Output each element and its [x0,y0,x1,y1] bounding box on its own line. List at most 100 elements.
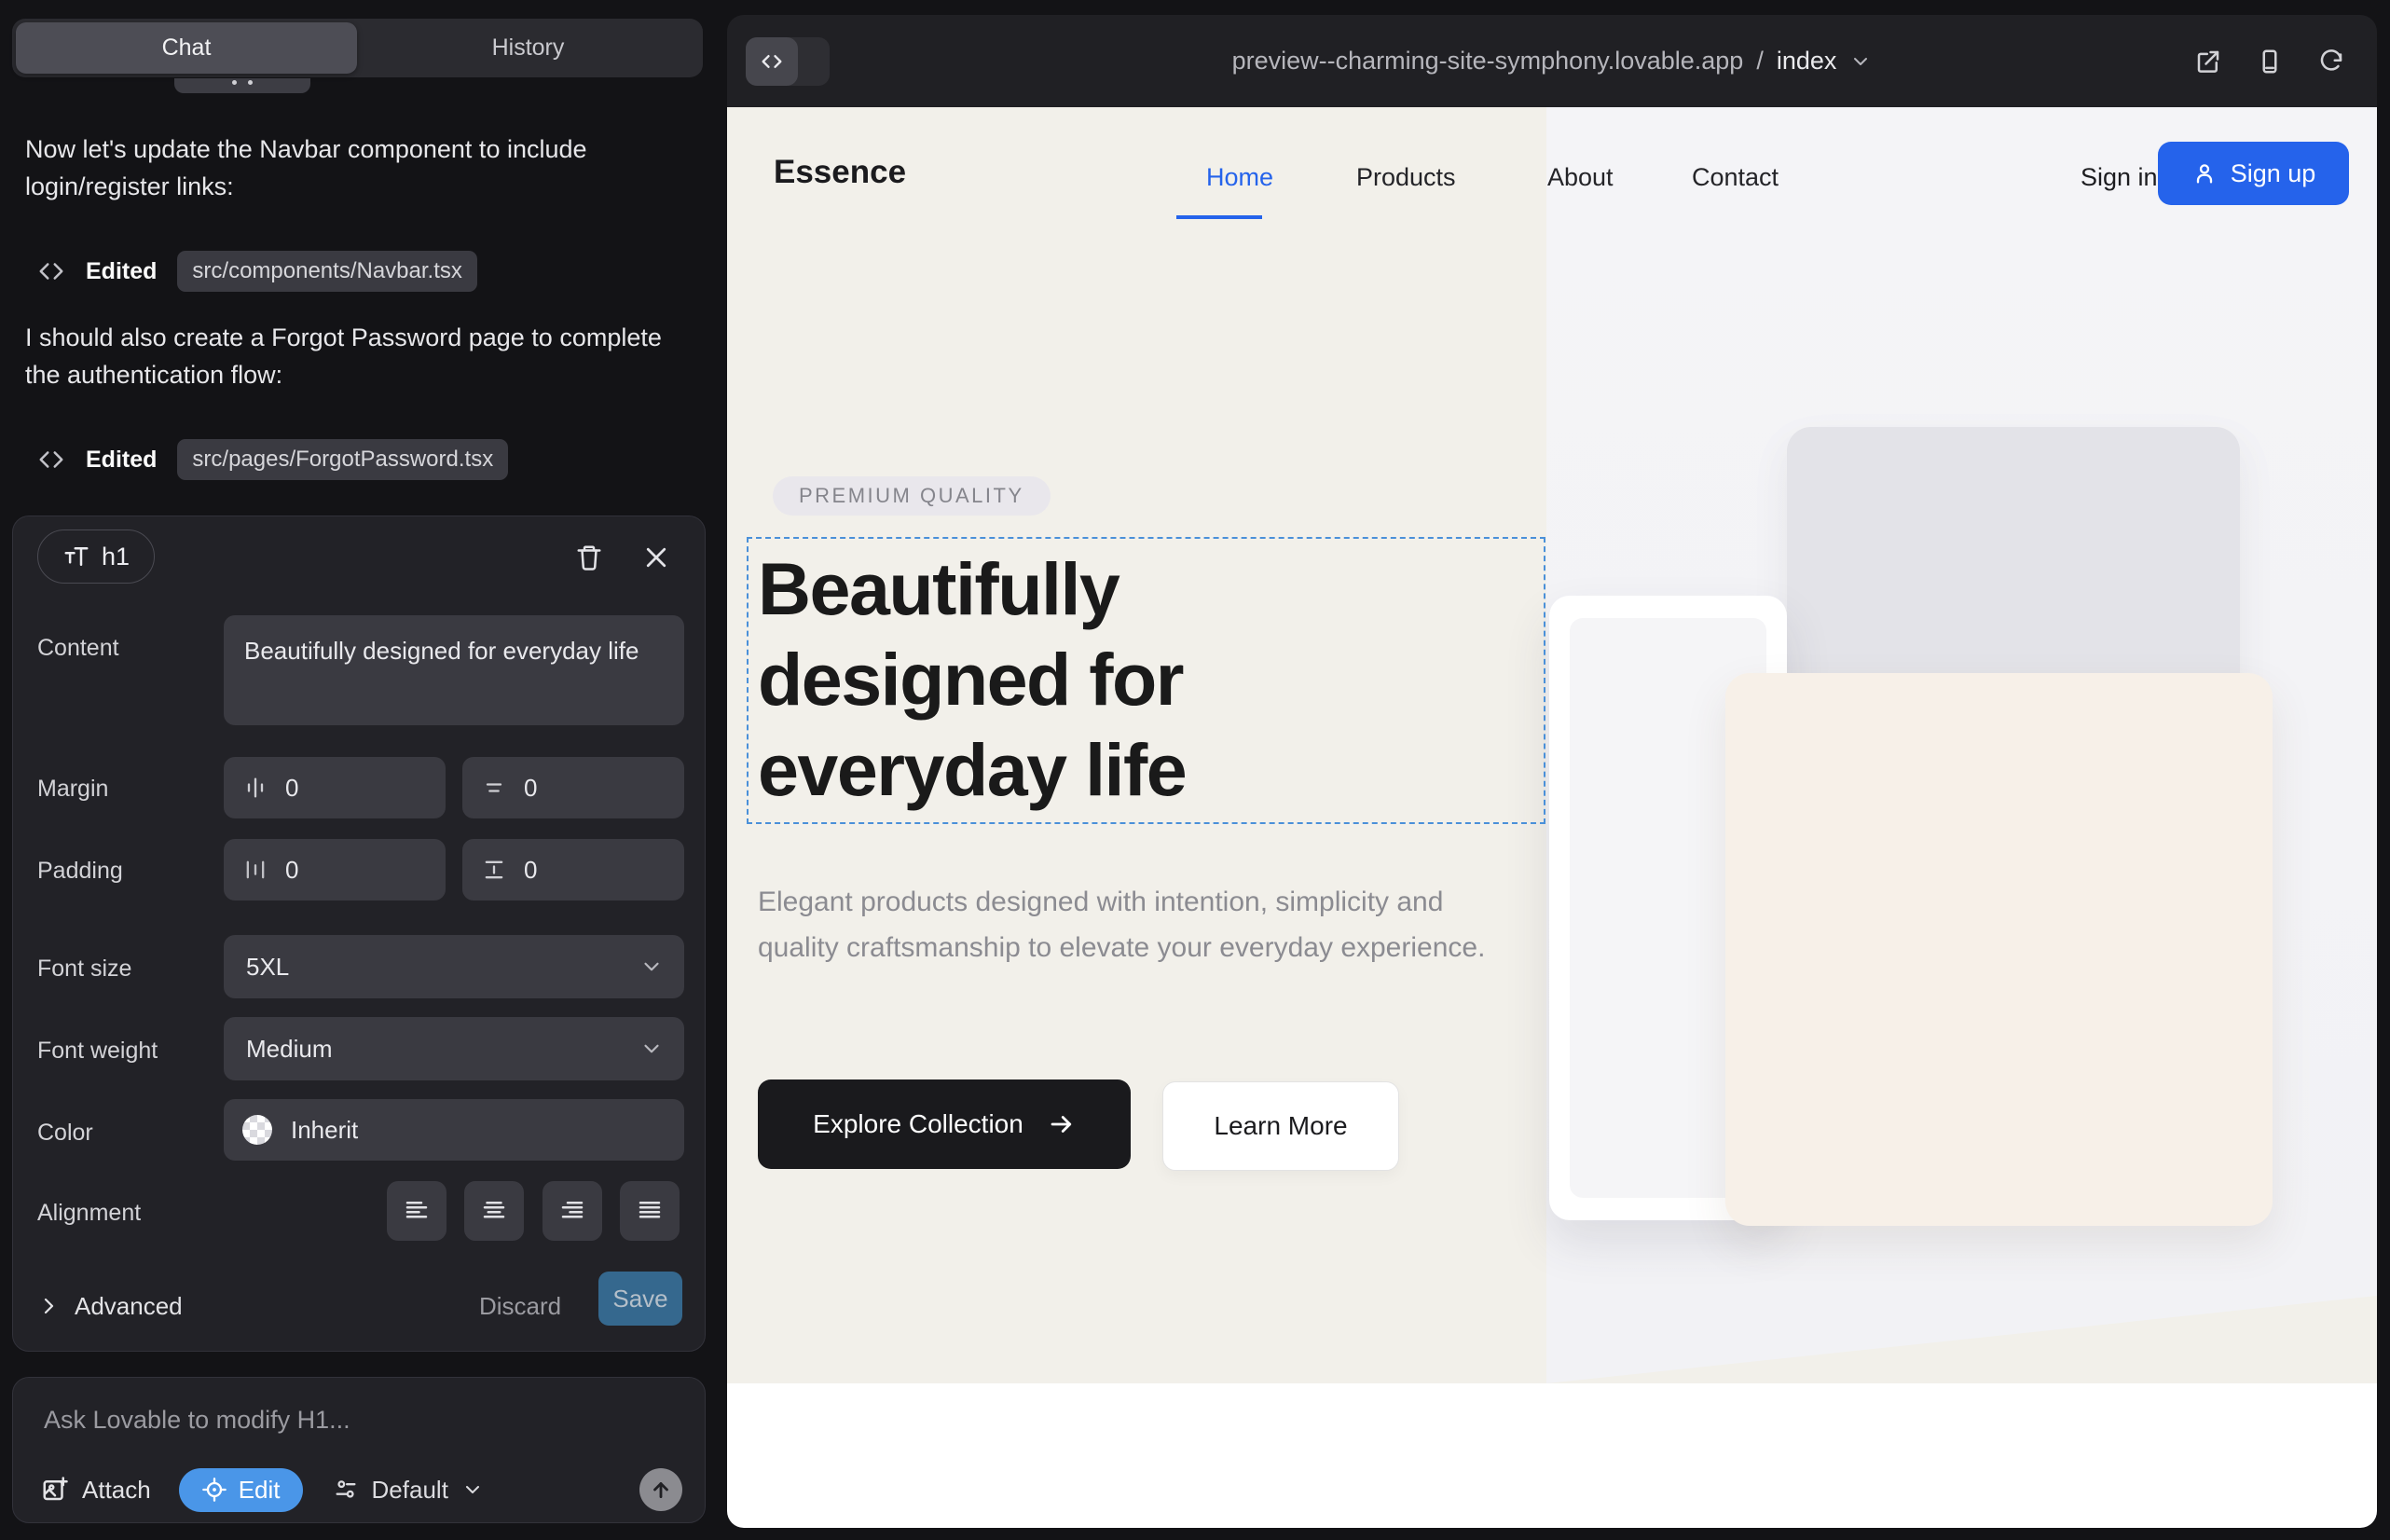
margin-x-input[interactable]: 0 [224,757,446,818]
mobile-view-button[interactable] [2256,48,2284,76]
advanced-toggle[interactable]: Advanced [37,1283,183,1329]
padding-x-input[interactable]: 0 [224,839,446,901]
refresh-button[interactable] [2317,48,2345,76]
url-page: index [1777,47,1837,76]
vertical-spacing-icon [481,775,507,801]
font-size-value: 5XL [246,953,289,982]
content-textarea[interactable]: Beautifully designed for everyday life [224,615,684,725]
margin-label: Margin [37,776,108,803]
chevron-down-icon [639,1037,664,1061]
image-plus-icon [41,1476,69,1504]
sign-in-link[interactable]: Sign in [2081,163,2158,192]
edited-file-chip[interactable]: src/pages/ForgotPassword.tsx [177,439,508,480]
composer-placeholder: Ask Lovable to modify H1... [44,1406,350,1435]
delete-element-button[interactable] [569,537,610,578]
margin-x-value: 0 [285,774,298,803]
code-icon [37,257,65,285]
advanced-label: Advanced [75,1292,183,1321]
align-center-button[interactable] [464,1181,524,1241]
type-icon [62,543,90,571]
color-label: Color [37,1120,93,1147]
app-window: Chat History Now let's update the Navbar… [0,0,2390,1540]
selected-element-tag[interactable]: h1 [37,529,155,584]
open-external-button[interactable] [2194,48,2222,76]
active-nav-underline [1176,215,1262,219]
hero-section: Essence Home Products About Contact Sign… [727,107,2377,1383]
nav-link-contact[interactable]: Contact [1692,163,1779,192]
composer-toolbar: Attach Edit Default [41,1467,682,1512]
margin-y-input[interactable]: 0 [462,757,684,818]
align-left-button[interactable] [387,1181,446,1241]
send-button[interactable] [639,1468,682,1511]
file-edit-row: Edited src/pages/ForgotPassword.tsx [37,436,508,483]
learn-more-button[interactable]: Learn More [1162,1081,1399,1171]
site-logo[interactable]: Essence [774,154,906,191]
close-panel-button[interactable] [636,537,677,578]
vertical-padding-icon [481,857,507,883]
assistant-message: Now let's update the Navbar component to… [25,131,692,205]
sign-up-button[interactable]: Sign up [2158,142,2349,205]
url-breadcrumb[interactable]: preview--charming-site-symphony.lovable.… [727,15,2377,107]
padding-label: Padding [37,858,123,885]
user-icon [2191,160,2218,186]
font-weight-value: Medium [246,1035,332,1064]
preview-window: preview--charming-site-symphony.lovable.… [727,15,2377,1528]
padding-y-value: 0 [524,856,537,885]
font-weight-select[interactable]: Medium [224,1017,684,1080]
font-size-label: Font size [37,956,131,983]
sign-up-label: Sign up [2231,159,2316,188]
chevron-down-icon [1849,50,1872,73]
url-separator: / [1756,47,1764,76]
arrow-right-icon [1048,1110,1076,1138]
explore-collection-label: Explore Collection [813,1109,1023,1139]
nav-link-home[interactable]: Home [1206,163,1273,192]
model-default-dropdown[interactable]: Default [333,1476,484,1505]
preview-actions [2194,15,2345,107]
hero-paragraph[interactable]: Elegant products designed with intention… [758,879,1513,970]
padding-x-value: 0 [285,856,298,885]
hero-heading[interactable]: Beautifully designed for everyday life [758,543,1448,815]
chat-sidebar: Chat History Now let's update the Navbar… [0,0,727,1540]
target-icon [201,1477,227,1503]
url-host: preview--charming-site-symphony.lovable.… [1232,47,1744,76]
edit-label: Edit [239,1476,281,1505]
edited-file-chip[interactable]: src/components/Navbar.tsx [177,251,476,292]
color-picker-field[interactable]: Inherit [224,1099,684,1161]
assistant-message: I should also create a Forgot Password p… [25,319,692,393]
color-value: Inherit [291,1116,358,1145]
attach-button[interactable]: Attach [41,1476,151,1505]
chevron-right-icon [37,1295,60,1317]
save-button[interactable]: Save [598,1272,682,1326]
sliders-icon [333,1477,359,1503]
edited-label: Edited [86,447,157,474]
font-size-select[interactable]: 5XL [224,935,684,998]
chevron-down-icon [461,1478,484,1501]
code-icon [37,446,65,474]
explore-collection-button[interactable]: Explore Collection [758,1079,1131,1169]
edit-mode-button[interactable]: Edit [179,1468,303,1512]
tab-chat[interactable]: Chat [16,22,357,74]
site-page: Essence Home Products About Contact Sign… [727,107,2377,1528]
file-edit-row: Edited src/components/Navbar.tsx [37,248,477,295]
tab-history[interactable]: History [357,22,699,74]
align-justify-button[interactable] [620,1181,680,1241]
nav-link-about[interactable]: About [1547,163,1614,192]
content-label: Content [37,635,119,662]
padding-y-input[interactable]: 0 [462,839,684,901]
margin-y-value: 0 [524,774,537,803]
edited-label: Edited [86,258,157,285]
diagonal-accent [1546,1294,2377,1383]
font-weight-label: Font weight [37,1038,158,1065]
chat-composer[interactable]: Ask Lovable to modify H1... Attach Edit [12,1377,706,1523]
nav-link-products[interactable]: Products [1356,163,1456,192]
site-navbar: Essence Home Products About Contact Sign… [727,107,2377,261]
element-editor-panel: h1 Content Beautifully designed for ever… [12,516,706,1352]
alignment-label: Alignment [37,1200,141,1227]
tag-name: h1 [102,543,130,571]
preview-toolbar: preview--charming-site-symphony.lovable.… [727,15,2377,107]
horizontal-padding-icon [242,857,268,883]
discard-button[interactable]: Discard [479,1283,561,1329]
default-label: Default [372,1476,448,1505]
product-card-beige [1725,673,2273,1226]
align-right-button[interactable] [543,1181,602,1241]
